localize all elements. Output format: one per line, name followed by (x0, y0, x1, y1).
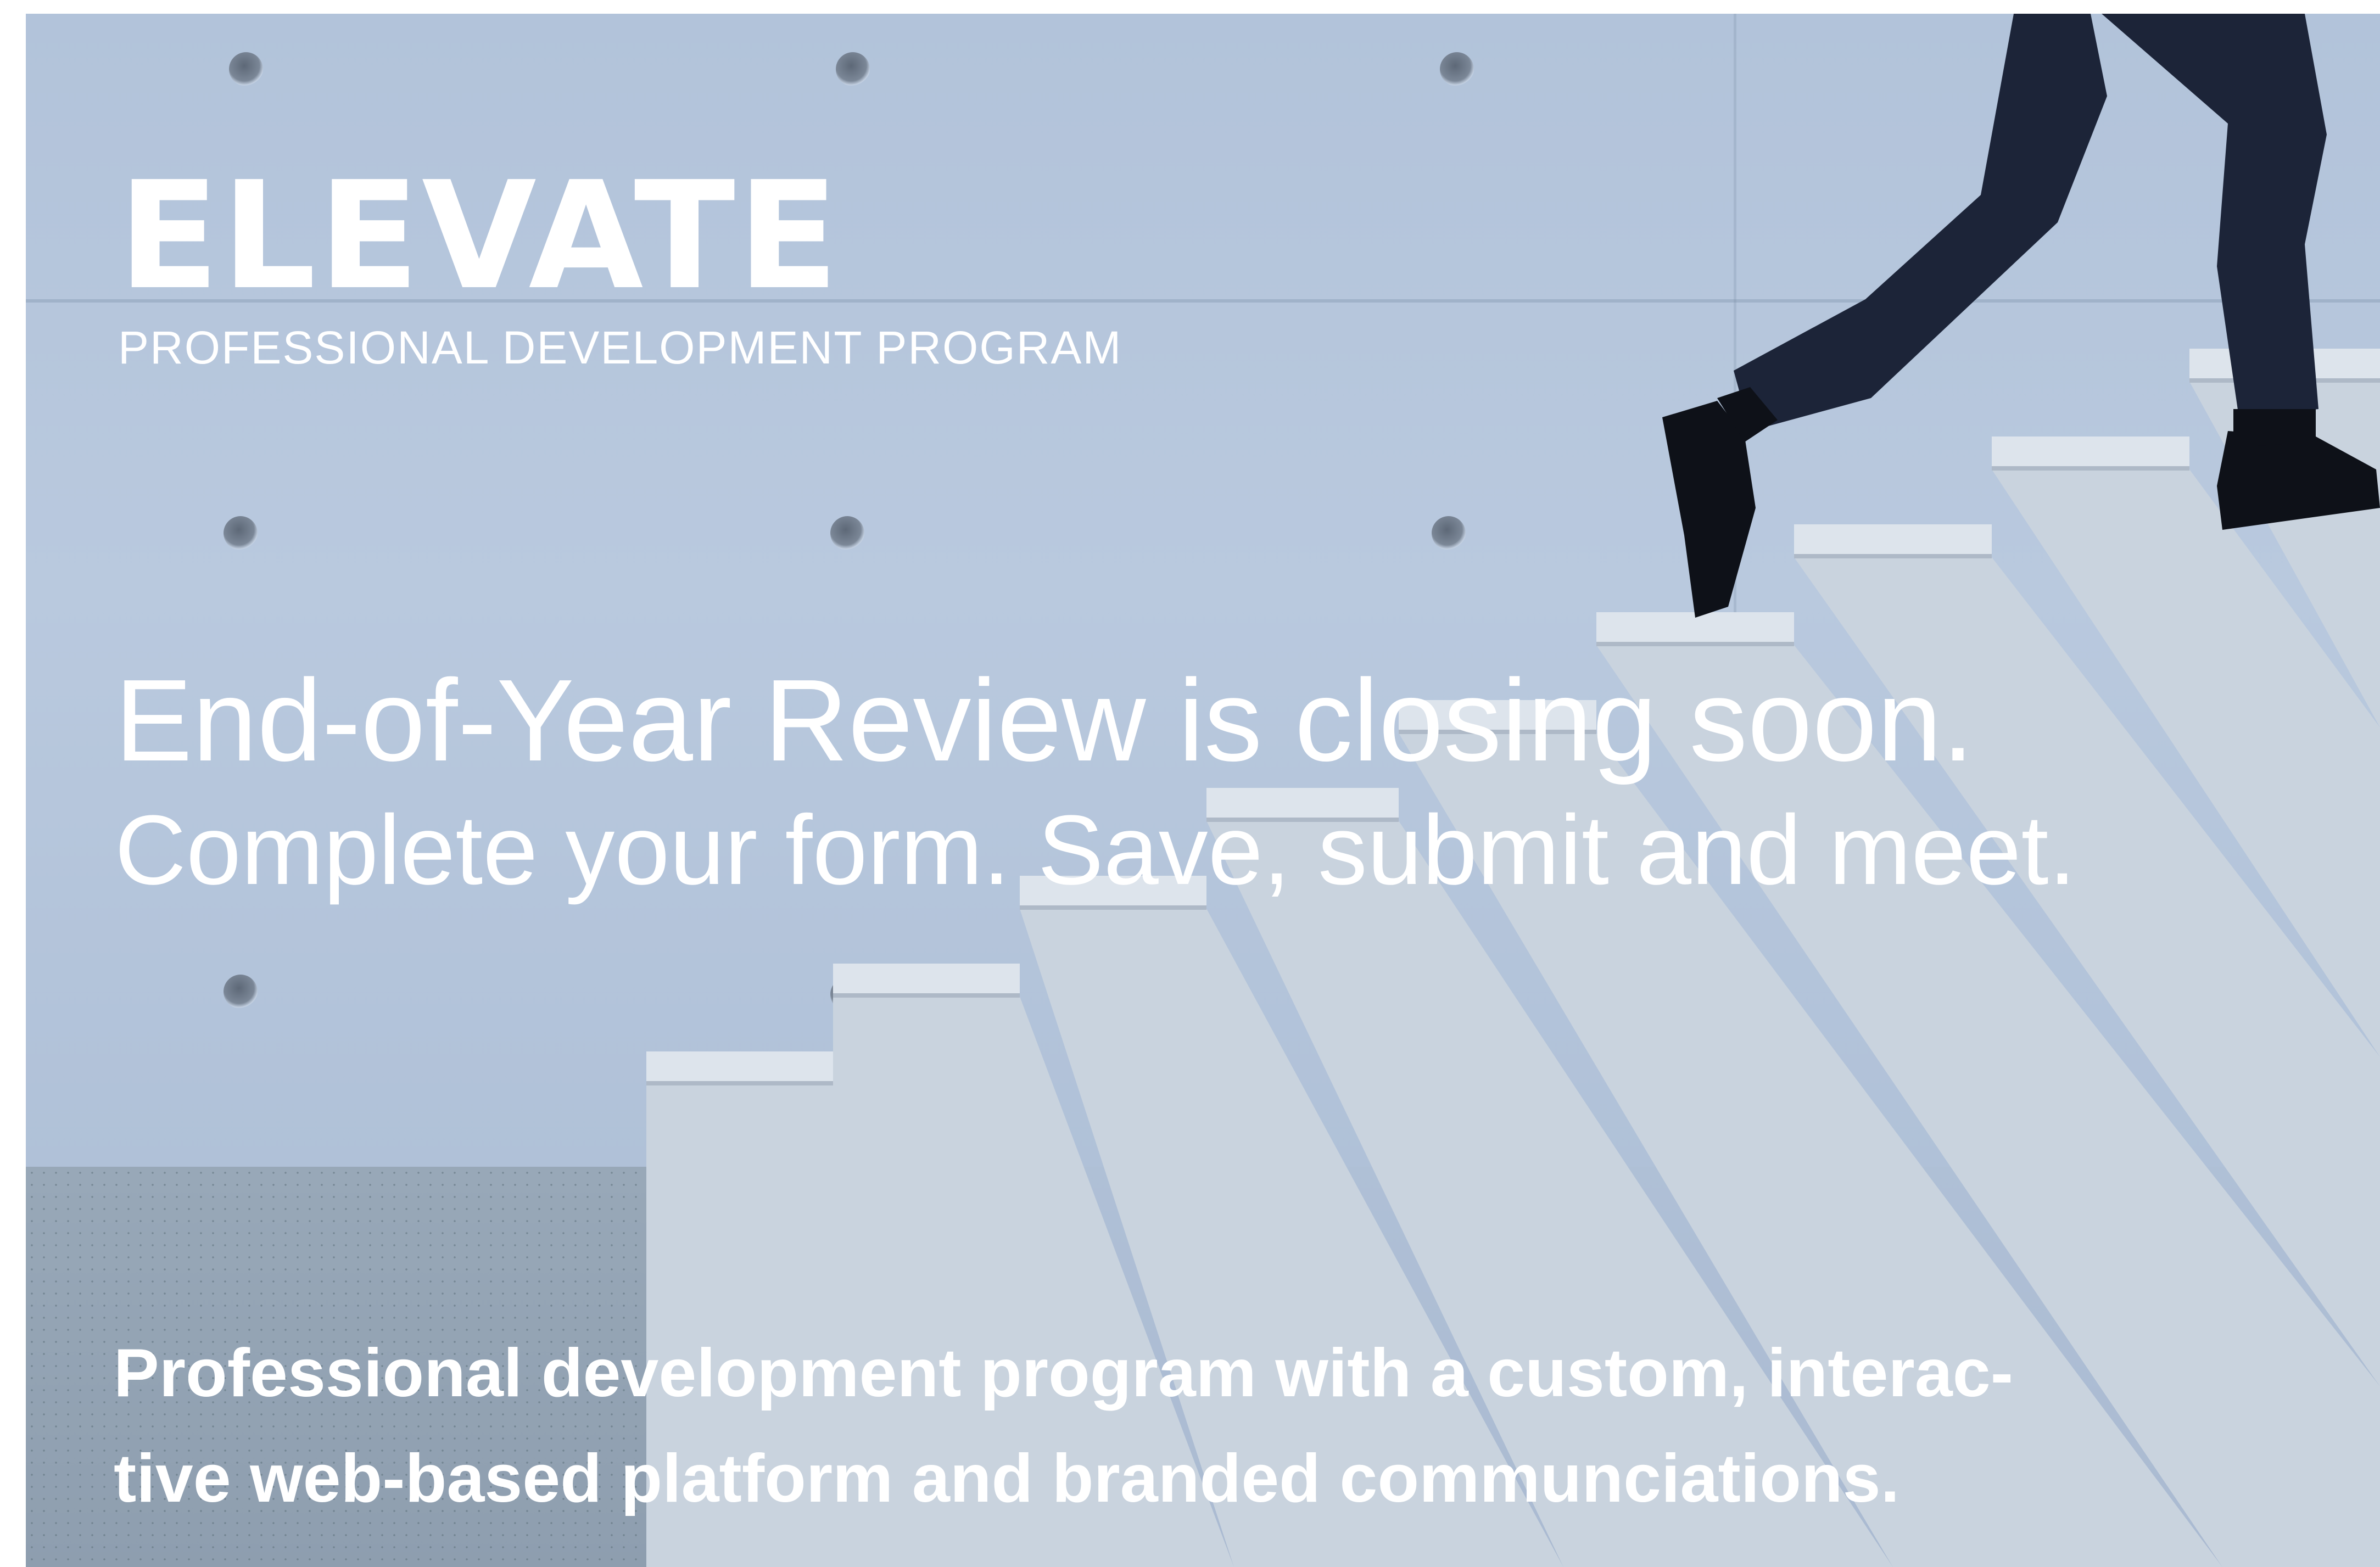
tagline-line: Professional development program with a … (114, 1335, 2013, 1411)
program-subtitle: PROFESSIONAL DEVELOPMENT PROGRAM (118, 322, 1122, 373)
tagline: Professional development program with a … (114, 1320, 2310, 1531)
promo-banner: ELEVATE PROFESSIONAL DEVELOPMENT PROGRAM… (26, 14, 2380, 1567)
headline: End-of-Year Review is closing soon. (115, 655, 1974, 785)
elevate-logo: ELEVATE (118, 149, 841, 322)
tagline-line: tive web-based platform and branded comm… (114, 1441, 1900, 1517)
subheadline: Complete your form. Save, submit and mee… (115, 795, 2076, 905)
